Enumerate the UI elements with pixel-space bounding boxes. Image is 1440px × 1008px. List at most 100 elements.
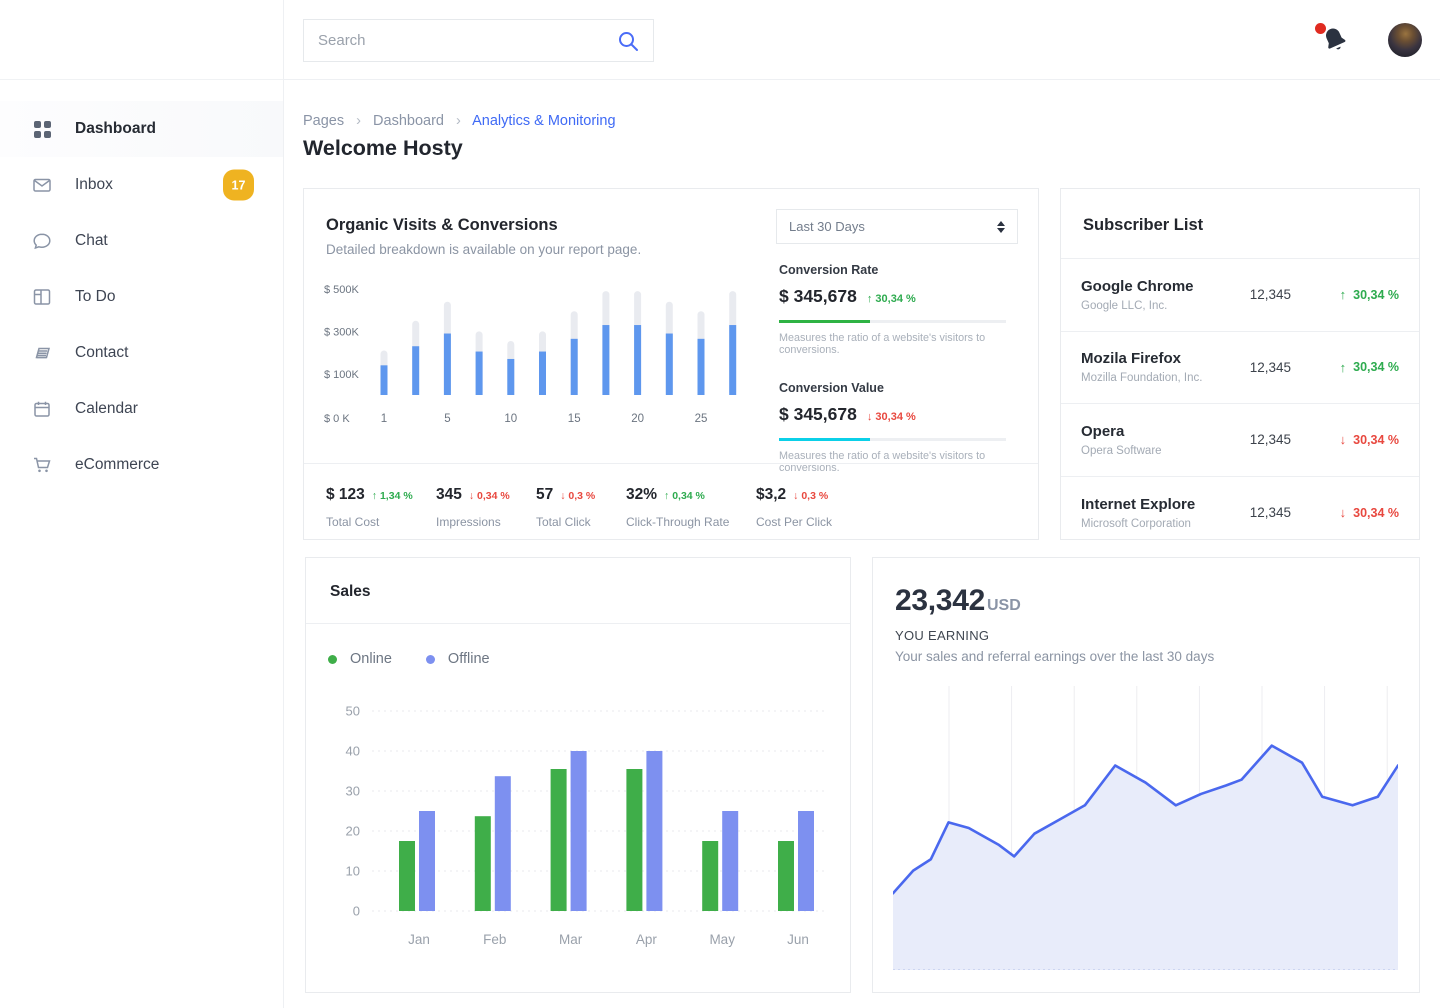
cart-icon <box>32 455 52 475</box>
online-bar <box>551 769 567 911</box>
sidebar-item-chat[interactable]: Chat <box>0 213 283 269</box>
earnings-description: Your sales and referral earnings over th… <box>895 649 1395 664</box>
offline-bar <box>646 751 662 911</box>
online-bar <box>475 816 491 911</box>
conversion-bar <box>602 325 609 395</box>
subscriber-row-ie[interactable]: Internet Explore Microsoft Corporation 1… <box>1061 477 1419 550</box>
sidebar-item-inbox[interactable]: Inbox 17 <box>0 157 283 213</box>
sidebar-item-calendar[interactable]: Calendar <box>0 381 283 437</box>
svg-text:15: 15 <box>568 413 581 425</box>
date-range-select[interactable]: Last 30 Days <box>776 209 1018 244</box>
metric-value: $ 345,678 <box>779 404 857 425</box>
subscriber-company: Google LLC, Inc. <box>1081 300 1235 312</box>
online-bar <box>778 841 794 911</box>
stat-delta: ↓ 0,34 % <box>469 490 510 502</box>
metric-progress-fill <box>779 320 870 323</box>
svg-text:Jun: Jun <box>787 932 809 947</box>
chevron-right-icon: › <box>456 113 461 129</box>
svg-text:Mar: Mar <box>559 932 583 947</box>
subscriber-count: 12,345 <box>1235 505 1291 520</box>
metric-label: Conversion Value <box>779 381 1006 395</box>
calendar-icon <box>32 399 52 419</box>
earnings-header: 23,342 USD YOU EARNING Your sales and re… <box>873 558 1419 664</box>
svg-text:10: 10 <box>504 413 517 425</box>
subscriber-company: Opera Software <box>1081 445 1235 457</box>
offline-bar <box>419 811 435 911</box>
date-range-value: Last 30 Days <box>789 219 865 234</box>
logo-area <box>0 0 283 80</box>
user-avatar[interactable] <box>1388 23 1422 57</box>
svg-text:Jan: Jan <box>408 932 430 947</box>
arrow-up-icon: ↑ <box>1340 287 1347 302</box>
svg-text:Feb: Feb <box>483 932 506 947</box>
subscriber-delta: ↓ 30,34 % <box>1317 505 1399 520</box>
offline-bar <box>571 751 587 911</box>
breadcrumb-dashboard[interactable]: Dashboard <box>373 113 444 129</box>
sales-bar-chart: 01020304050JanFebMarAprMayJun <box>314 698 838 980</box>
legend-item-offline[interactable]: Offline <box>426 651 490 667</box>
offline-bar <box>798 811 814 911</box>
svg-text:May: May <box>709 932 735 947</box>
grid-icon <box>32 119 52 139</box>
offline-bar <box>722 811 738 911</box>
online-bar <box>702 841 718 911</box>
conversion-value-metric: Conversion Value $ 345,678 ↓ 30,34 % Mea… <box>779 381 1006 474</box>
metric-delta: ↑ 30,34 % <box>867 293 916 305</box>
subscriber-row-opera[interactable]: Opera Opera Software 12,345 ↓ 30,34 % <box>1061 404 1419 477</box>
stat-label: Impressions <box>436 515 536 529</box>
earnings-currency: USD <box>987 597 1021 615</box>
search-box <box>303 19 654 62</box>
conversion-bar <box>666 334 673 395</box>
stat-label: Total Click <box>536 515 626 529</box>
organic-card-subtitle: Detailed breakdown is available on your … <box>326 242 1014 257</box>
sidebar-item-todo[interactable]: To Do <box>0 269 283 325</box>
sidebar-item-dashboard[interactable]: Dashboard <box>0 101 283 157</box>
notification-bell[interactable] <box>1320 24 1354 58</box>
select-spinner-icon <box>997 221 1005 233</box>
sidebar-item-contact[interactable]: Contact <box>0 325 283 381</box>
breadcrumb-pages[interactable]: Pages <box>303 113 344 129</box>
online-bar <box>399 841 415 911</box>
search-input[interactable] <box>318 32 616 49</box>
subscriber-list-card: Subscriber List Google Chrome Google LLC… <box>1060 188 1420 540</box>
conversion-bar <box>444 334 451 395</box>
conversion-bar <box>412 346 419 395</box>
stat-ctr: 32% ↑ 0,34 % Click-Through Rate <box>626 486 756 539</box>
page-title: Welcome Hosty <box>303 136 463 161</box>
stat-total-cost: $ 123 ↑ 1,34 % Total Cost <box>326 486 436 539</box>
svg-text:20: 20 <box>631 413 644 425</box>
legend-dot-green <box>328 655 337 664</box>
subscriber-delta: ↓ 30,34 % <box>1317 432 1399 447</box>
svg-text:25: 25 <box>695 413 708 425</box>
subscriber-row-firefox[interactable]: Mozila Firefox Mozilla Foundation, Inc. … <box>1061 332 1419 405</box>
breadcrumb-active[interactable]: Analytics & Monitoring <box>472 113 615 129</box>
legend-label: Offline <box>448 651 490 667</box>
metric-progress-fill <box>779 438 870 441</box>
metric-delta: ↓ 30,34 % <box>867 411 916 423</box>
search-icon[interactable] <box>616 29 640 53</box>
arrow-down-icon: ↓ <box>1340 505 1347 520</box>
arrow-down-icon: ↓ <box>793 490 798 502</box>
inbox-badge: 17 <box>223 170 254 201</box>
legend-dot-blue <box>426 655 435 664</box>
conversion-metrics: Conversion Rate $ 345,678 ↑ 30,34 % Meas… <box>779 263 1006 474</box>
svg-text:$ 500K: $ 500K <box>324 284 360 296</box>
stat-delta: ↑ 1,34 % <box>372 490 413 502</box>
sidebar: Dashboard Inbox 17 Chat <box>0 0 284 1008</box>
stat-label: Click-Through Rate <box>626 515 756 529</box>
conversion-rate-metric: Conversion Rate $ 345,678 ↑ 30,34 % Meas… <box>779 263 1006 356</box>
legend-item-online[interactable]: Online <box>328 651 392 667</box>
sidebar-item-label: To Do <box>75 288 116 306</box>
legend-label: Online <box>350 651 392 667</box>
conversion-bar <box>507 359 514 395</box>
stat-value: 32% <box>626 486 657 504</box>
conversion-bar <box>539 352 546 395</box>
arrow-down-icon: ↓ <box>560 490 565 502</box>
svg-text:$ 100K: $ 100K <box>324 369 360 381</box>
conversion-bar <box>381 365 388 395</box>
main-content: Pages › Dashboard › Analytics & Monitori… <box>284 80 1440 1008</box>
sidebar-item-label: eCommerce <box>75 456 159 474</box>
sidebar-item-ecommerce[interactable]: eCommerce <box>0 437 283 493</box>
subscriber-row-chrome[interactable]: Google Chrome Google LLC, Inc. 12,345 ↑ … <box>1061 259 1419 332</box>
svg-text:0: 0 <box>353 904 360 919</box>
